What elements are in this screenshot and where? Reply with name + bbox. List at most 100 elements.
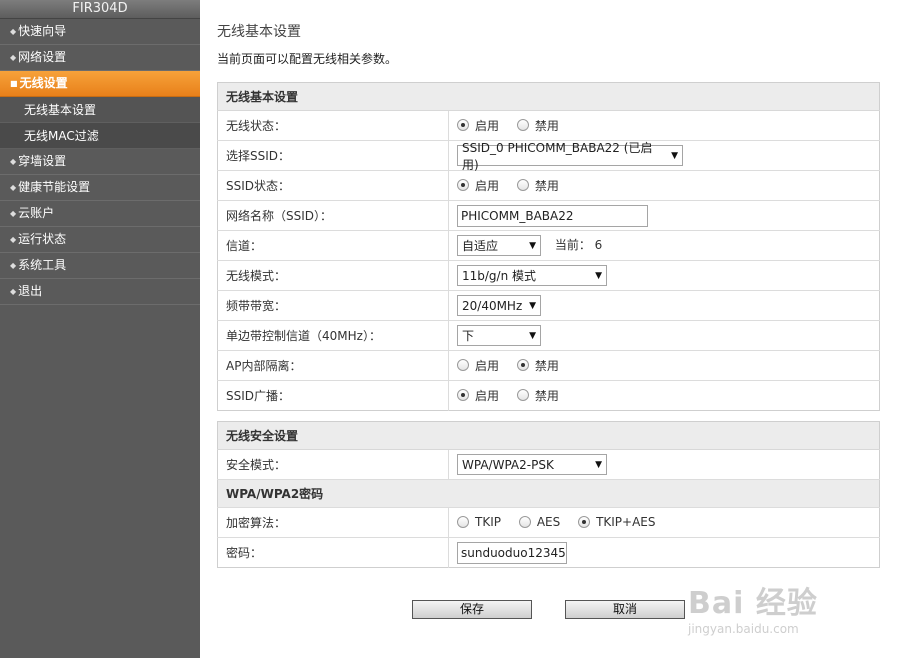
radio-label: 启用 [475, 358, 500, 373]
nav-item-label: 系统工具 [18, 258, 67, 272]
subnav-item-wireless-basic[interactable]: 无线基本设置 [0, 97, 200, 123]
radio-label: 禁用 [534, 358, 559, 373]
select-value: 下 [462, 329, 475, 343]
radio-label: 启用 [475, 178, 500, 193]
channel-dropdown[interactable]: 自适应 ▼ [457, 235, 541, 256]
radio-empty-icon [457, 359, 469, 372]
select-value: SSID_0 PHICOMM_BABA22 (已启用) [462, 140, 653, 172]
bullet-icon: ◆ [10, 287, 17, 296]
wireless-mode-dropdown[interactable]: 11b/g/n 模式 ▼ [457, 265, 607, 286]
radio-label: AES [536, 514, 561, 529]
wireless-status-disable-radio[interactable]: 禁用 [516, 117, 559, 134]
select-value: 自适应 [462, 239, 499, 253]
watermark-logo: Bai 经验 [688, 586, 818, 621]
ssid-broadcast-enable-radio[interactable]: 启用 [457, 387, 499, 404]
bullet-icon: ◆ [10, 183, 17, 192]
section-header: 无线安全设置 [217, 421, 880, 450]
nav-item-running-status[interactable]: ◆ 运行状态 [0, 227, 200, 253]
dropdown-arrow-icon: ▼ [529, 300, 536, 311]
field-label: 密码： [217, 537, 449, 568]
cancel-button[interactable]: 取消 [565, 600, 685, 619]
page-title: 无线基本设置 [217, 24, 301, 40]
dropdown-arrow-icon: ▼ [595, 459, 602, 470]
field-label: AP内部隔离： [217, 350, 449, 381]
security-mode-dropdown[interactable]: WPA/WPA2-PSK ▼ [457, 454, 607, 475]
save-button[interactable]: 保存 [412, 600, 532, 619]
bullet-icon: ◆ [10, 261, 17, 270]
password-input[interactable]: sunduoduo1234567 [457, 541, 567, 564]
cipher-tkip-radio[interactable]: TKIP [457, 515, 501, 529]
bullet-icon: ■ [10, 79, 18, 88]
radio-empty-icon [516, 119, 529, 132]
field-label: 单边带控制信道（40MHz）： [217, 320, 449, 351]
dropdown-arrow-icon: ▼ [529, 240, 536, 251]
network-name-input[interactable]: PHICOMM_BABA22 [457, 204, 648, 227]
select-value: 20/40MHz [462, 298, 523, 313]
watermark: Bai 经验 jingyan.baidu.com [688, 560, 888, 640]
radio-empty-icon [457, 515, 469, 528]
radio-selected-icon [457, 389, 469, 402]
radio-selected-icon [578, 515, 591, 528]
ssid-status-enable-radio[interactable]: 启用 [457, 177, 499, 194]
field-label: 无线模式： [217, 260, 449, 291]
wireless-status-enable-radio[interactable]: 启用 [457, 117, 499, 134]
radio-selected-icon [516, 359, 529, 372]
radio-label: 禁用 [534, 388, 559, 403]
nav-item-wall-penetration[interactable]: ◆ 穿墙设置 [0, 149, 200, 175]
bullet-icon: ◆ [10, 235, 17, 244]
nav-item-label: 穿墙设置 [18, 154, 67, 168]
nav-item-cloud-account[interactable]: ◆ 云账户 [0, 201, 200, 227]
cipher-tkip-aes-radio[interactable]: TKIP+AES [578, 514, 656, 529]
nav-item-label: 无线设置 [19, 76, 68, 90]
dropdown-arrow-icon: ▼ [671, 150, 678, 161]
nav-item-label: 健康节能设置 [18, 180, 91, 194]
select-ssid-dropdown[interactable]: SSID_0 PHICOMM_BABA22 (已启用) ▼ [457, 141, 683, 172]
radio-empty-icon [516, 389, 529, 402]
field-label: 频带带宽： [217, 290, 449, 321]
nav-item-quick-wizard[interactable]: ◆ 快速向导 [0, 19, 200, 45]
basic-settings-table: 无线基本设置 无线状态： 启用 禁用 选择SSID： SSID_0 PHICOM… [217, 82, 880, 411]
ap-isolation-disable-radio[interactable]: 禁用 [516, 357, 559, 374]
radio-empty-icon [516, 179, 529, 192]
select-value: 11b/g/n 模式 [462, 269, 537, 283]
nav-item-label: 网络设置 [18, 50, 67, 64]
field-label: SSID广播： [217, 380, 449, 411]
watermark-url: jingyan.baidu.com [688, 622, 799, 636]
radio-label: TKIP+AES [596, 514, 656, 529]
subsection-header: WPA/WPA2密码 [217, 479, 880, 508]
security-settings-table: 无线安全设置 安全模式： WPA/WPA2-PSK ▼ WPA/WPA2密码 加密… [217, 421, 880, 568]
nav-item-label: 运行状态 [18, 232, 67, 246]
nav-item-label: 云账户 [18, 206, 55, 220]
subnav-item-wireless-mac-filter[interactable]: 无线MAC过滤 [0, 123, 200, 149]
ssid-broadcast-disable-radio[interactable]: 禁用 [516, 387, 559, 404]
bullet-icon: ◆ [10, 209, 17, 218]
radio-label: 启用 [475, 388, 500, 403]
ssid-status-disable-radio[interactable]: 禁用 [516, 177, 559, 194]
brand-title: FIR304D [0, 0, 200, 19]
field-label: 加密算法： [217, 507, 449, 538]
nav-item-system-tools[interactable]: ◆ 系统工具 [0, 253, 200, 279]
radio-label: 禁用 [534, 118, 559, 133]
field-label: 无线状态： [217, 110, 449, 141]
dropdown-arrow-icon: ▼ [595, 270, 602, 281]
bullet-icon: ◆ [10, 157, 17, 166]
nav-item-label: 退出 [18, 284, 43, 298]
nav-item-wireless-settings[interactable]: ■ 无线设置 [0, 71, 200, 97]
radio-selected-icon [457, 119, 469, 132]
dropdown-arrow-icon: ▼ [529, 330, 536, 341]
radio-label: 禁用 [534, 178, 559, 193]
nav-item-logout[interactable]: ◆ 退出 [0, 279, 200, 305]
ap-isolation-enable-radio[interactable]: 启用 [457, 357, 499, 374]
field-label: SSID状态： [217, 170, 449, 201]
nav-item-energy-saving[interactable]: ◆ 健康节能设置 [0, 175, 200, 201]
cipher-aes-radio[interactable]: AES [518, 514, 561, 529]
page-description: 当前页面可以配置无线相关参数。 [217, 52, 398, 66]
nav-item-label: 快速向导 [18, 24, 67, 38]
radio-selected-icon [457, 179, 469, 192]
field-label: 网络名称（SSID）： [217, 200, 449, 231]
nav-item-network-settings[interactable]: ◆ 网络设置 [0, 45, 200, 71]
sideband-channel-dropdown[interactable]: 下 ▼ [457, 325, 541, 346]
field-label: 信道： [217, 230, 449, 261]
current-channel-label: 当前： [554, 238, 591, 252]
bandwidth-dropdown[interactable]: 20/40MHz ▼ [457, 295, 541, 316]
